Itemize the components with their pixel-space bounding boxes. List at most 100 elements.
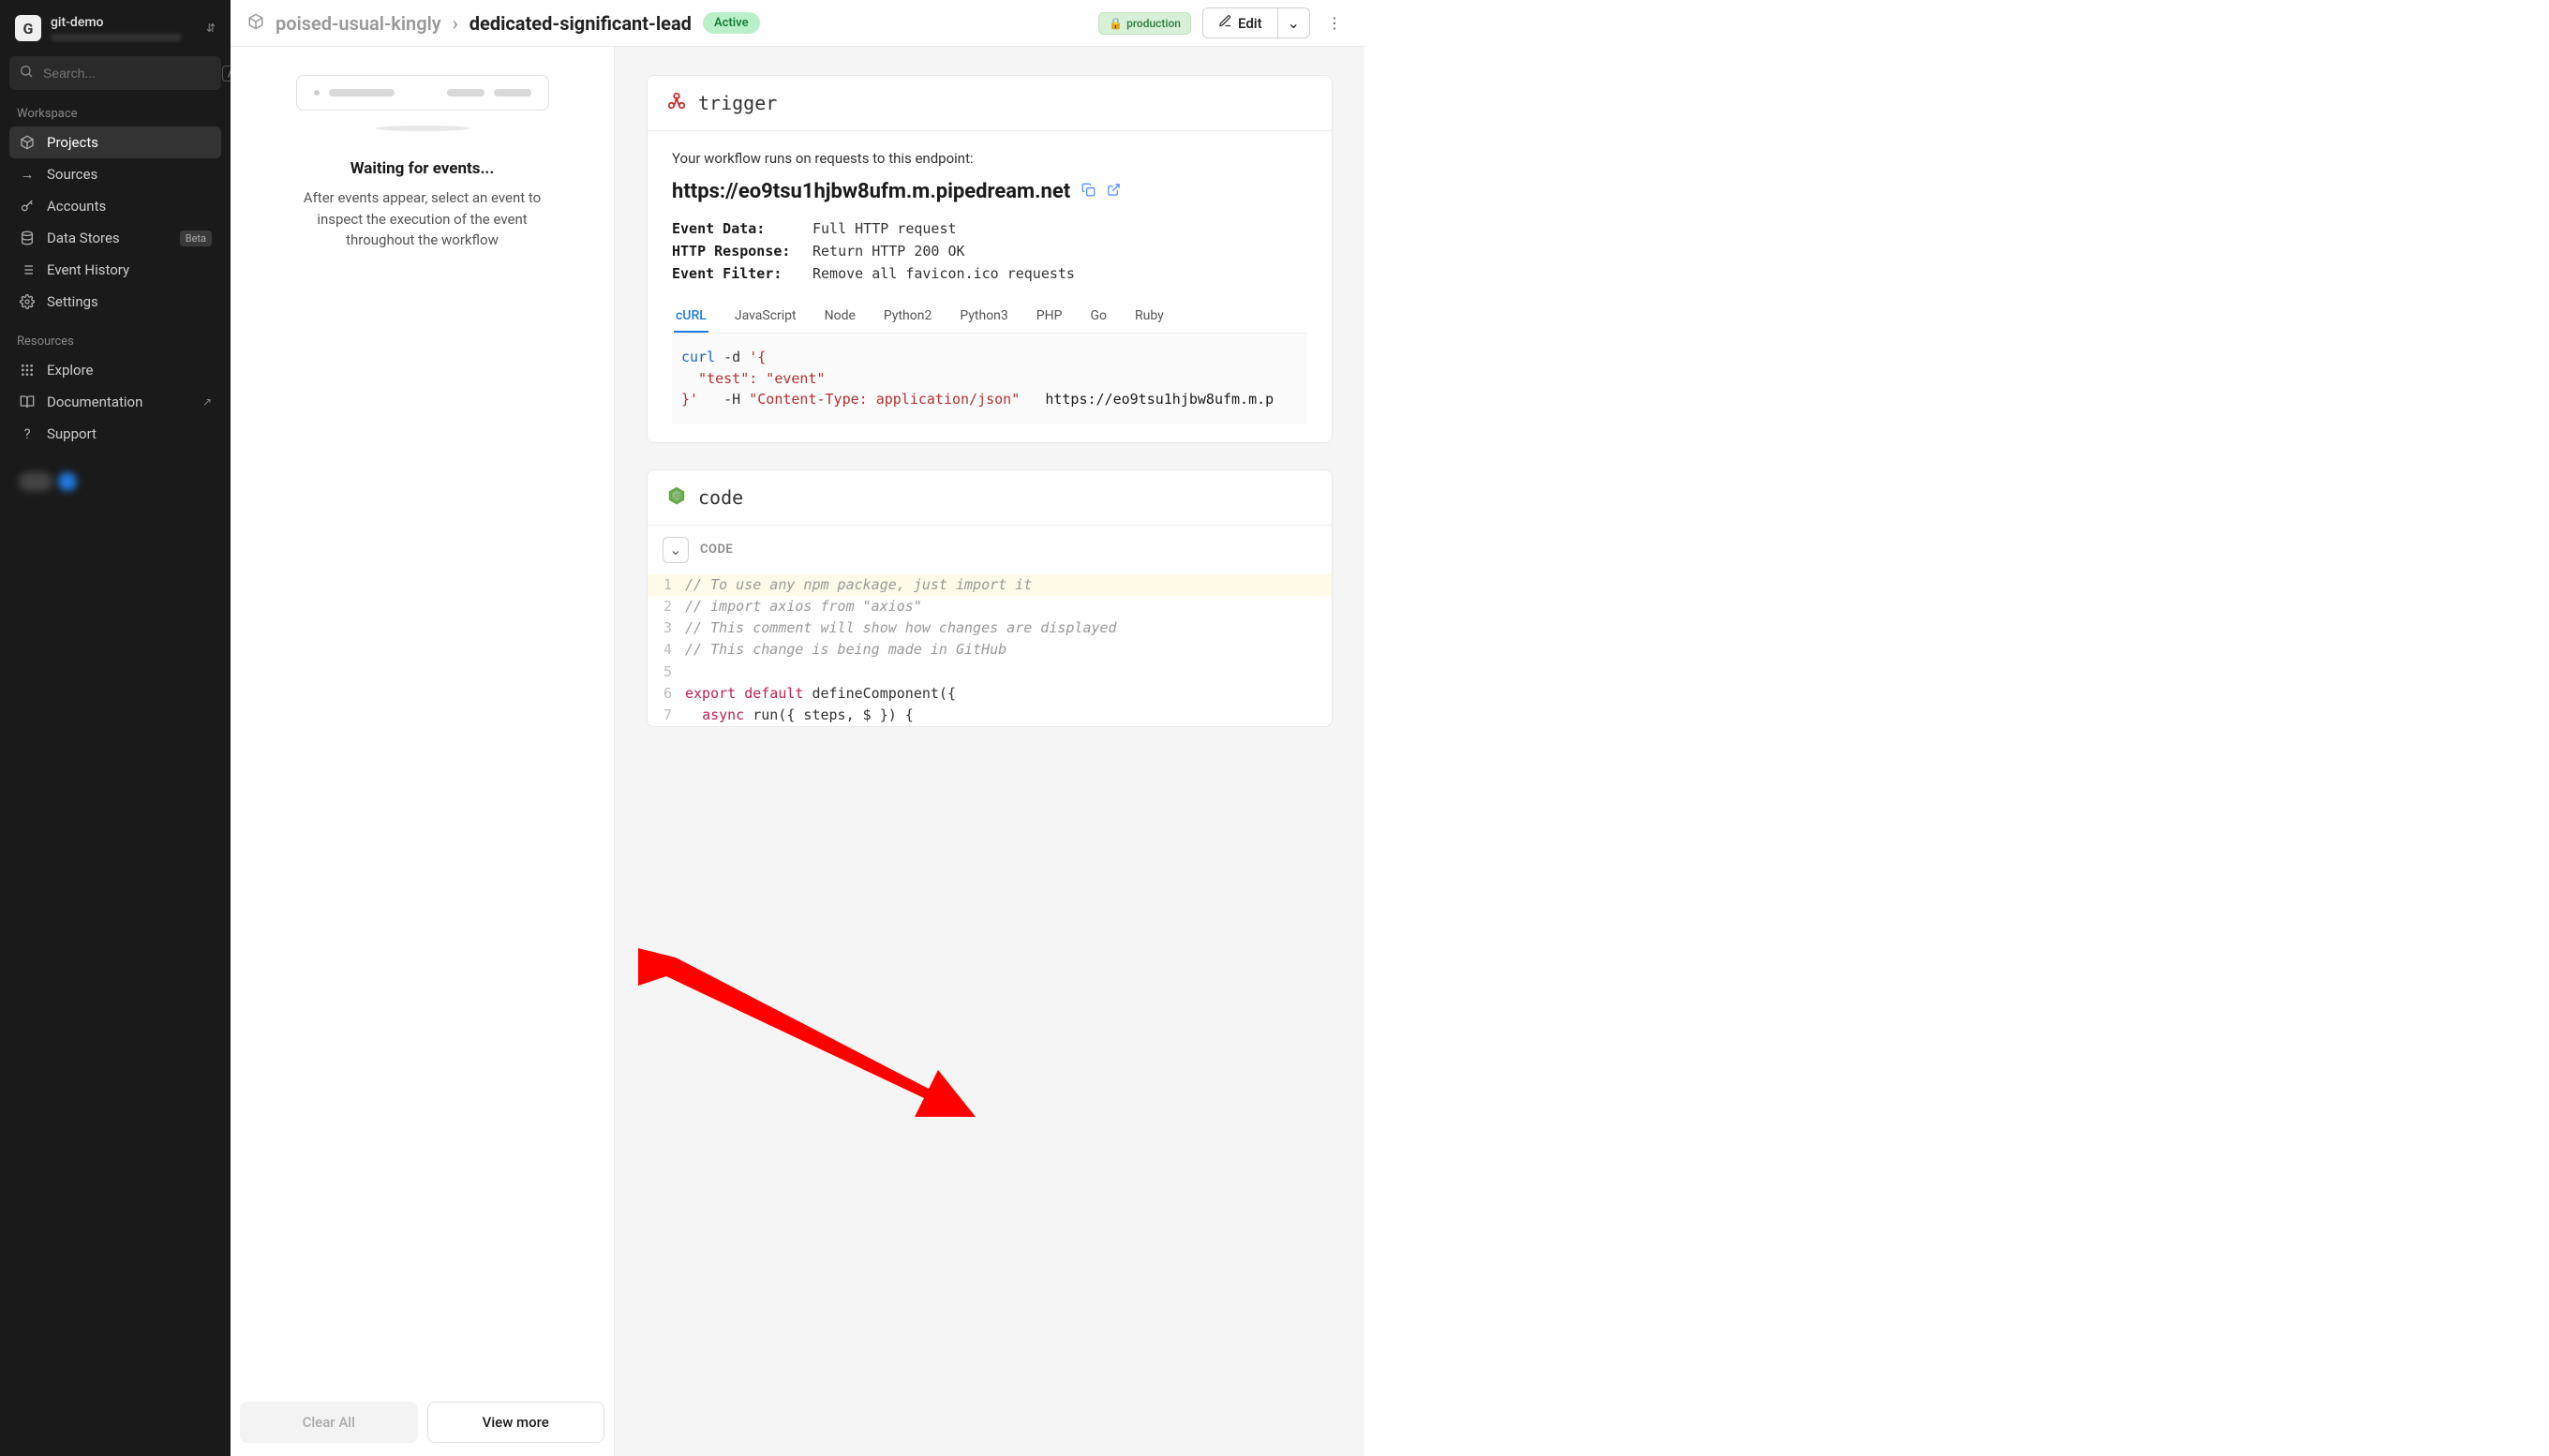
org-avatar: G [15, 15, 41, 41]
lock-icon: 🔒 [1109, 17, 1123, 30]
code-line: 7 async run({ steps, $ }) { [648, 705, 1332, 726]
sidebar-item-event-history[interactable]: Event History [9, 254, 221, 286]
sidebar: G git-demo ⇵ / Workspace Projects → Sour… [0, 0, 231, 1456]
org-name: git-demo [51, 15, 182, 30]
sidebar-item-sources[interactable]: → Sources [9, 158, 221, 190]
sidebar-item-label: Data Stores [47, 230, 120, 246]
code-editor[interactable]: 1// To use any npm package, just import … [648, 574, 1332, 727]
edit-dropdown[interactable]: ⌄ [1277, 8, 1309, 37]
nodejs-icon: JS [666, 485, 687, 510]
question-icon: ? [19, 425, 36, 442]
cube-icon [19, 135, 36, 150]
clear-all-button: Clear All [240, 1402, 418, 1443]
edit-button-group: Edit ⌄ [1202, 7, 1310, 38]
main: poised-usual-kingly › dedicated-signific… [231, 0, 1364, 1456]
sidebar-item-documentation[interactable]: Documentation ↗ [9, 386, 221, 418]
edit-button[interactable]: Edit [1203, 8, 1277, 37]
code-tab-python2[interactable]: Python2 [882, 301, 933, 333]
trigger-kv-row: HTTP Response:Return HTTP 200 OK [672, 243, 1307, 260]
beta-badge: Beta [180, 230, 212, 246]
code-line: 4// This change is being made in GitHub [648, 639, 1332, 661]
chevron-down-icon: ⌄ [669, 541, 681, 558]
trigger-title: trigger [698, 92, 777, 114]
search-input[interactable] [43, 66, 213, 81]
svg-text:JS: JS [673, 491, 681, 499]
trigger-kv-row: Event Filter:Remove all favicon.ico requ… [672, 265, 1307, 282]
endpoint-url: https://eo9tsu1hjbw8ufm.m.pipedream.net [672, 180, 1070, 203]
waiting-text: After events appear, select an event to … [291, 187, 554, 251]
status-badge: Active [703, 12, 760, 34]
code-line: 1// To use any npm package, just import … [648, 574, 1332, 596]
sidebar-item-label: Support [47, 425, 97, 442]
sidebar-item-label: Accounts [47, 198, 106, 215]
sidebar-item-label: Documentation [47, 394, 142, 410]
code-tab-curl[interactable]: cURL [674, 301, 708, 333]
annotation-arrow [615, 948, 976, 1139]
webhook-icon [666, 91, 687, 115]
sidebar-item-projects[interactable]: Projects [9, 126, 221, 158]
trigger-kv-row: Event Data:Full HTTP request [672, 220, 1307, 237]
key-icon [19, 199, 36, 214]
list-icon [19, 262, 36, 277]
code-line: 5 [648, 661, 1332, 683]
placeholder-shadow [376, 126, 470, 131]
kv-value: Remove all favicon.ico requests [812, 265, 1075, 282]
org-selector[interactable]: G git-demo ⇵ [9, 9, 221, 47]
trigger-card: trigger Your workflow runs on requests t… [647, 75, 1333, 443]
kebab-icon: ⋮ [1327, 14, 1342, 32]
view-more-button[interactable]: View more [427, 1402, 605, 1443]
placeholder-card [296, 75, 549, 111]
arrow-right-icon: → [19, 166, 36, 183]
blurred-content [19, 472, 221, 491]
code-tab-php[interactable]: PHP [1035, 301, 1065, 333]
events-panel: Waiting for events... After events appea… [231, 47, 615, 1456]
topbar: poised-usual-kingly › dedicated-signific… [231, 0, 1364, 47]
sidebar-item-label: Sources [47, 166, 97, 183]
cube-icon [247, 13, 264, 34]
chevron-updown-icon: ⇵ [206, 22, 216, 35]
sidebar-item-accounts[interactable]: Accounts [9, 190, 221, 222]
code-card: JS code ⌄ CODE 1// To use any npm packag… [647, 469, 1333, 728]
external-link-icon: ↗ [202, 395, 212, 409]
copy-icon[interactable] [1081, 183, 1096, 201]
waiting-title: Waiting for events... [350, 159, 495, 178]
code-tabs: cURL JavaScript Node Python2 Python3 PHP Go Rub… [672, 301, 1307, 334]
code-line: 2// import axios from "axios" [648, 596, 1332, 617]
code-tab-ruby[interactable]: Ruby [1133, 301, 1166, 333]
kv-key: HTTP Response: [672, 243, 812, 260]
code-tab-node[interactable]: Node [823, 301, 857, 333]
sidebar-section-workspace: Workspace [17, 107, 214, 121]
external-link-icon[interactable] [1107, 183, 1121, 201]
code-tab-go[interactable]: Go [1088, 301, 1109, 333]
code-line: 3// This comment will show how changes a… [648, 617, 1332, 639]
sidebar-item-settings[interactable]: Settings [9, 286, 221, 318]
sidebar-item-data-stores[interactable]: Data Stores Beta [9, 222, 221, 254]
workflow-panel: trigger Your workflow runs on requests t… [615, 47, 1364, 1456]
kv-value: Full HTTP request [812, 220, 957, 237]
sidebar-item-label: Explore [47, 362, 94, 379]
breadcrumb-separator: › [453, 12, 458, 35]
chevron-down-icon: ⌄ [1288, 14, 1300, 32]
expand-code-button[interactable]: ⌄ [663, 537, 689, 563]
grid-icon [19, 363, 36, 378]
breadcrumb-current: dedicated-significant-lead [470, 12, 692, 35]
env-badge[interactable]: 🔒 production [1098, 12, 1191, 35]
code-title: code [698, 486, 743, 509]
sidebar-item-support[interactable]: ? Support [9, 418, 221, 450]
sidebar-section-resources: Resources [17, 334, 214, 349]
sidebar-item-label: Settings [47, 293, 98, 310]
search-input-container[interactable]: / [9, 56, 221, 90]
code-tab-python3[interactable]: Python3 [958, 301, 1009, 333]
breadcrumb-parent[interactable]: poised-usual-kingly [276, 12, 441, 35]
sidebar-item-label: Projects [47, 134, 98, 151]
sidebar-item-explore[interactable]: Explore [9, 354, 221, 386]
more-menu[interactable]: ⋮ [1321, 8, 1348, 37]
kv-value: Return HTTP 200 OK [812, 243, 965, 260]
org-subtitle-blur [51, 34, 182, 41]
code-line: 6export default defineComponent({ [648, 683, 1332, 705]
sidebar-item-label: Event History [47, 261, 129, 278]
pencil-icon [1218, 14, 1232, 32]
search-icon [19, 64, 34, 82]
database-icon [19, 230, 36, 245]
code-tab-javascript[interactable]: JavaScript [733, 301, 798, 333]
